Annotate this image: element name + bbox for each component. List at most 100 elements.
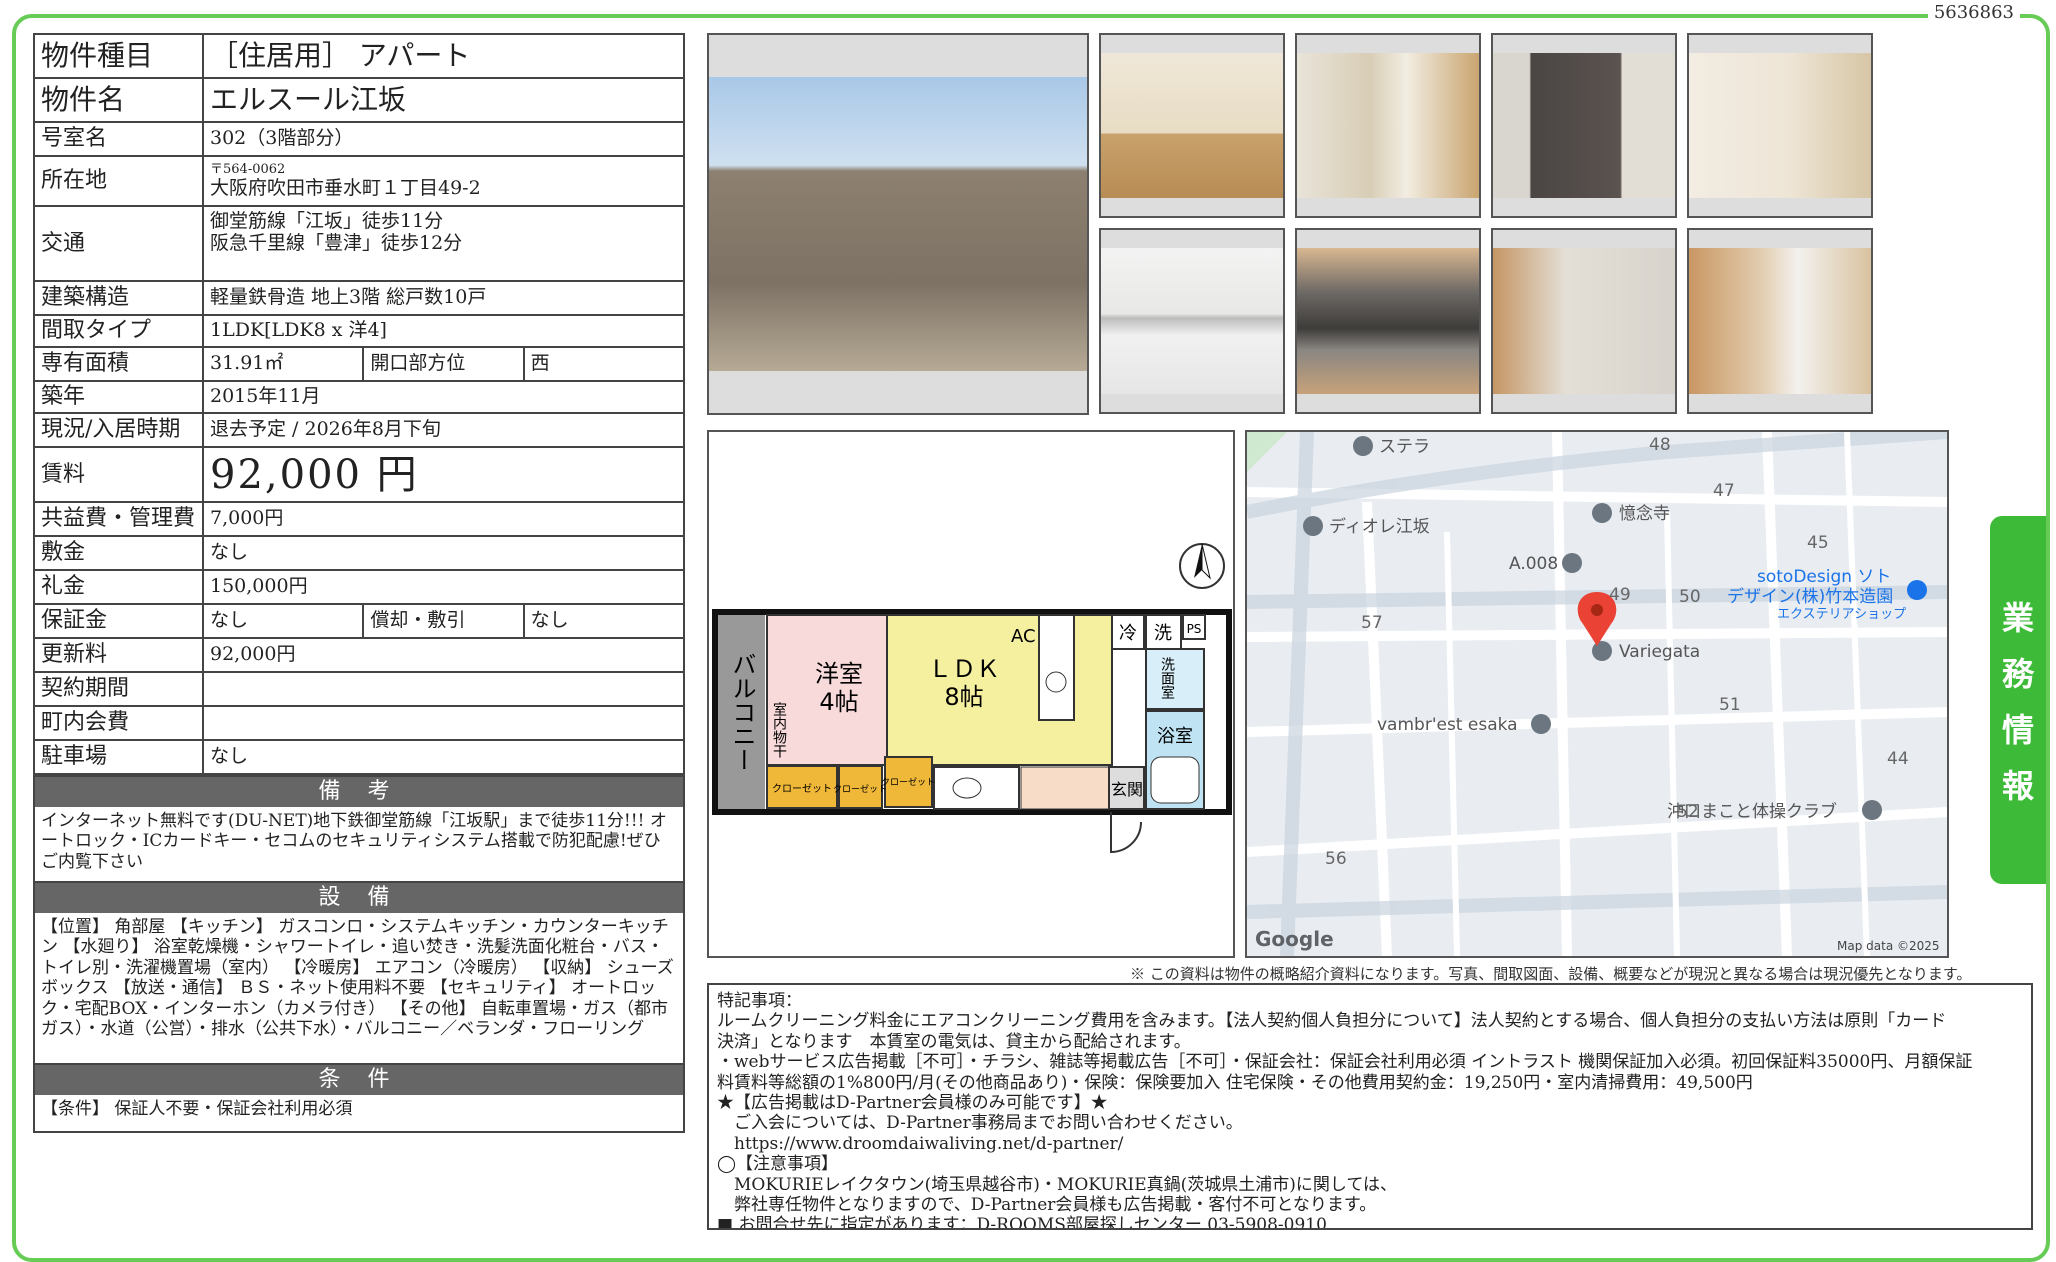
map-block-number: 51	[1719, 695, 1741, 715]
map-label-temple: 憶念寺	[1619, 503, 1670, 524]
label: 駐車場	[33, 739, 204, 775]
remarks-line: MOKURIEレイクタウン(埼玉県越谷市)・MOKURIE真鍋(茨城県土浦市)に…	[717, 1174, 1398, 1195]
closet-label: クローゼット	[881, 776, 935, 788]
fridge-label: 冷	[1119, 623, 1137, 644]
row-mgmt-fee: 共益費・管理費 7,000円	[33, 501, 685, 537]
remarks-line: 特記事項：	[717, 991, 802, 1011]
label: 所在地	[33, 155, 204, 207]
map-label-a008: A.008	[1509, 554, 1558, 574]
rent-value: 92,000 円	[202, 446, 685, 503]
disclaimer-note: ※ この資料は物件の概略紹介資料になります。写真、間取図面、設備、概要などが現況…	[1130, 965, 1972, 983]
map-label-stella: ステラ	[1379, 437, 1430, 457]
value: 退去予定 / 2026年8月下旬	[202, 412, 685, 448]
value: 150,000円	[202, 569, 685, 605]
value: 7,000円	[202, 501, 685, 537]
bath-label: 浴室	[1157, 726, 1193, 747]
bathroom-photo	[1491, 228, 1677, 414]
label: 交通	[33, 205, 204, 282]
value	[202, 705, 685, 741]
map-attribution: Map data ©2025	[1837, 939, 1940, 953]
washer-label: 洗	[1154, 623, 1172, 644]
remarks-box: 特記事項： ルームクリーニング料金にエアコンクリーニング費用を含みます。【法人契…	[707, 983, 2033, 1230]
value: エルスール江坂	[202, 77, 685, 123]
room-photo	[1099, 33, 1285, 218]
row-deposit: 敷金 なし	[33, 535, 685, 571]
property-table: 物件種目 ［住居用］ アパート 物件名 エルスール江坂 号室名 302（3階部分…	[33, 33, 686, 775]
western-room-label: 洋室	[815, 660, 863, 688]
western-room-size: 4帖	[819, 688, 858, 716]
value: なし	[522, 603, 686, 639]
value: 1LDK[LDK8 x 洋4]	[202, 314, 685, 348]
map-label-variegata: Variegata	[1619, 642, 1700, 662]
value: なし	[202, 739, 685, 775]
map-label-vambrest: vambr'est esaka	[1377, 715, 1518, 735]
label: 礼金	[33, 569, 204, 605]
label: 現況/入居時期	[33, 412, 204, 448]
row-layout: 間取タイプ 1LDK[LDK8 x 洋4]	[33, 314, 685, 348]
row-contract: 契約期間	[33, 671, 685, 707]
room-photo	[1687, 33, 1873, 218]
label: 賃料	[33, 446, 204, 503]
label: 更新料	[33, 637, 204, 673]
postal-code: 〒564-0062	[210, 161, 286, 177]
map-block-number: 44	[1887, 749, 1909, 769]
row-community-fee: 町内会費	[33, 705, 685, 741]
row-room: 号室名 302（3階部分）	[33, 121, 685, 157]
row-structure: 建築構造 軽量鉄骨造 地上3階 総戸数10戸	[33, 280, 685, 316]
location-map[interactable]: ステラ ディオレ江坂 A.008 憶念寺 Variegata vambr'est…	[1245, 430, 1949, 958]
map-block-number: 48	[1649, 435, 1671, 455]
map-drawing: ステラ ディオレ江坂 A.008 憶念寺 Variegata vambr'est…	[1247, 432, 1947, 956]
joken-header: 条 件	[35, 1065, 683, 1095]
joken-text: 【条件】 保証人不要・保証会社利用必須	[41, 1099, 353, 1119]
remarks-line: ご入会については、D-Partner事務局までお問い合わせください。	[717, 1113, 1243, 1134]
balcony-label: バルコニー	[728, 652, 756, 772]
floor-plan-drawing: バルコニー 室内物干 洋室 4帖 ＬＤＫ 8帖 AC 冷 洗 PS 洗面室 浴室…	[712, 543, 1232, 854]
label: 開口部方位	[362, 346, 525, 382]
value: 軽量鉄骨造 地上3階 総戸数10戸	[202, 280, 685, 316]
google-logo: Google	[1255, 927, 1334, 951]
label: 契約期間	[33, 671, 204, 707]
value: 2015年11月	[202, 380, 685, 414]
tab-char: 情	[2001, 711, 2034, 749]
remarks-link[interactable]: https://www.droomdaiwaliving.net/d-partn…	[717, 1134, 2023, 1154]
row-parking: 駐車場 なし	[33, 739, 685, 775]
row-rent: 賃料 92,000 円	[33, 446, 685, 503]
document-id: 5636863	[1927, 2, 2020, 23]
row-renewal: 更新料 92,000円	[33, 637, 685, 673]
setsubi-text: 【位置】 角部屋 【キッチン】 ガスコンロ・システムキッチン・カウンターキッチン…	[41, 917, 674, 1039]
map-label-dior: ディオレ江坂	[1329, 516, 1430, 537]
tab-char: 業	[2001, 599, 2034, 637]
ac-label: AC	[1011, 626, 1036, 647]
remarks-line: ■ お問合せ先に指定があります：D-ROOMS部屋探しセンター 03-5908-…	[717, 1215, 1327, 1230]
value: 西	[522, 346, 686, 382]
row-access: 交通 御堂筋線「江坂」徒歩11分 阪急千里線「豊津」徒歩12分	[33, 205, 685, 282]
map-block-number: 52	[1677, 802, 1699, 822]
business-info-tab[interactable]: 業 務 情 報	[1990, 516, 2046, 884]
value: 31.91㎡	[201, 346, 365, 382]
tab-char: 報	[2001, 767, 2034, 805]
floor-plan: バルコニー 室内物干 洋室 4帖 ＬＤＫ 8帖 AC 冷 洗 PS 洗面室 浴室…	[707, 430, 1235, 958]
map-label-sotodesign: エクステリアショップ	[1777, 607, 1906, 622]
value: 御堂筋線「江坂」徒歩11分 阪急千里線「豊津」徒歩12分	[202, 205, 685, 282]
label: 築年	[33, 380, 204, 414]
ps-label: PS	[1187, 622, 1202, 636]
map-block-number: 57	[1361, 613, 1383, 633]
remarks-line: ★【広告掲載はD-Partner会員様のみ可能です】★	[717, 1092, 1108, 1113]
tab-char: 務	[2001, 655, 2034, 693]
label: 建築構造	[33, 280, 204, 316]
setsubi-section: 設 備 【位置】 角部屋 【キッチン】 ガスコンロ・システムキッチン・カウンター…	[33, 881, 685, 1065]
washroom-label: 洗面室	[1159, 657, 1175, 699]
value: なし	[201, 603, 365, 639]
entrance-door-photo	[1491, 33, 1677, 218]
value: 302（3階部分）	[202, 121, 685, 157]
map-block-number: 50	[1679, 587, 1701, 607]
map-block-number: 45	[1807, 533, 1829, 553]
ldk-size: 8帖	[944, 683, 983, 711]
row-key-money: 礼金 150,000円	[33, 569, 685, 605]
remarks-line: ◯【注意事項】	[717, 1154, 839, 1175]
north-arrow-icon	[1179, 543, 1225, 589]
biko-text: インターネット無料です(DU-NET)地下鉄御堂筋線「江坂駅」まで徒歩11分!!…	[41, 811, 667, 872]
toilet-photo	[1687, 228, 1873, 414]
room-photo	[1295, 33, 1481, 218]
label: 町内会費	[33, 705, 204, 741]
